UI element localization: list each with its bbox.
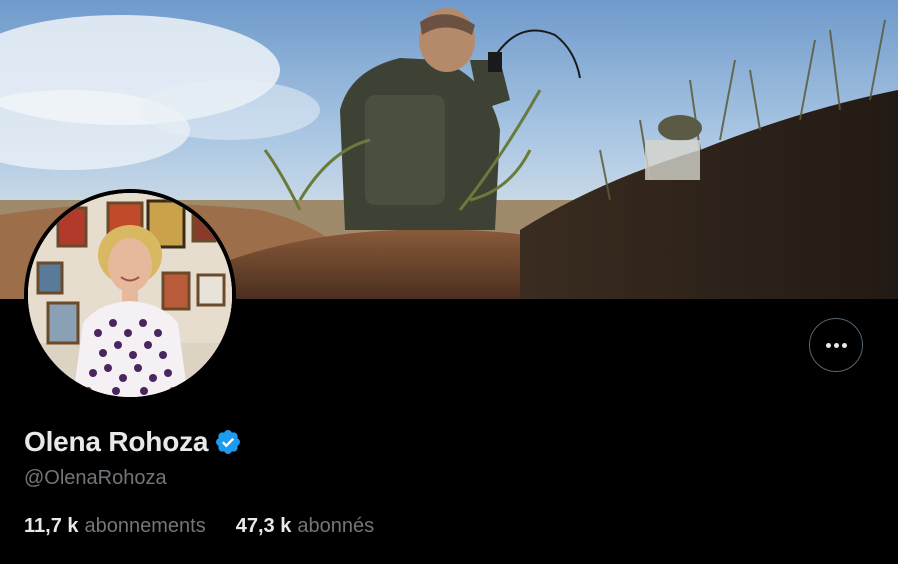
following-label: abonnements — [84, 515, 206, 537]
more-options-button[interactable] — [809, 318, 863, 372]
profile-stats: 11,7 k abonnements 47,3 k abonnés — [24, 515, 374, 538]
followers-link[interactable]: 47,3 k abonnés — [236, 515, 374, 538]
profile-handle: @OlenaRohoza — [24, 467, 167, 489]
display-name: Olena Rohoza — [24, 426, 209, 457]
verified-badge-icon[interactable] — [214, 428, 242, 456]
more-horizontal-icon — [825, 342, 847, 348]
profile-header: Olena Rohoza @OlenaRohoza 11,7 k abonnem… — [0, 0, 898, 564]
followers-count: 47,3 k — [235, 515, 292, 537]
profile-name-row: Olena Rohoza — [24, 426, 242, 458]
following-count: 11,7 k — [24, 515, 79, 537]
followers-label: abonnés — [297, 515, 375, 537]
profile-avatar[interactable] — [24, 189, 236, 401]
following-link[interactable]: 11,7 k abonnements — [24, 515, 206, 538]
